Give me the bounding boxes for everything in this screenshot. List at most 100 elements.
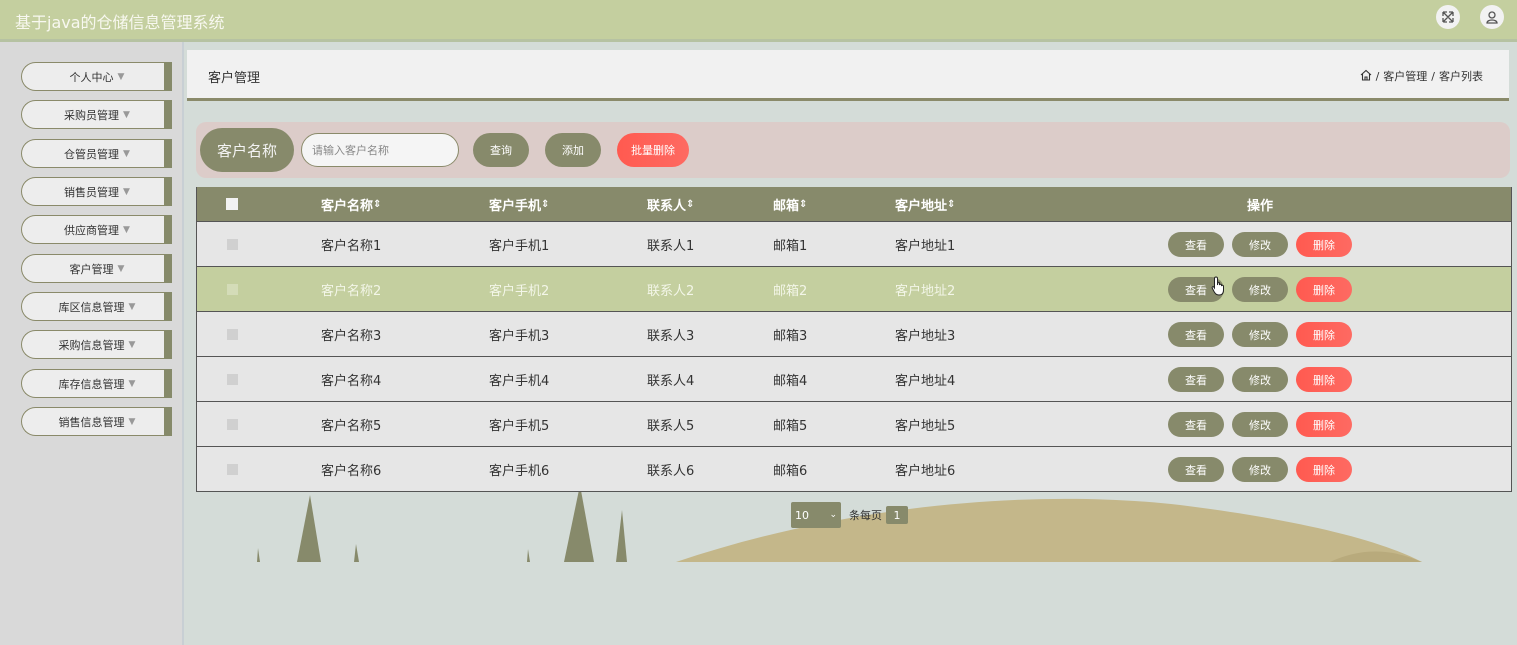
cell-address: 客户地址6 — [895, 463, 956, 479]
cell-address: 客户地址1 — [895, 238, 956, 254]
sidebar-item-label: 客户管理 — [69, 262, 114, 276]
cell-contact: 联系人5 — [647, 418, 695, 434]
breadcrumb-separator: / — [1375, 69, 1380, 83]
row-checkbox[interactable] — [227, 357, 238, 401]
view-button[interactable]: 查看 — [1168, 322, 1224, 347]
sidebar-item-storage-area[interactable]: 库区信息管理 ▼ — [21, 292, 172, 321]
add-button[interactable]: 添加 — [545, 133, 601, 167]
sidebar-item-salesperson[interactable]: 销售员管理 ▼ — [21, 177, 172, 206]
row-checkbox[interactable] — [227, 402, 238, 446]
table-row: 客户名称1 客户手机1 联系人1 邮箱1 客户地址1 查看 修改 删除 — [197, 221, 1511, 266]
caret-down-icon: ▼ — [128, 416, 136, 427]
column-header-name[interactable]: 客户名称 ⇕ — [321, 187, 381, 221]
table-row: 客户名称4 客户手机4 联系人4 邮箱4 客户地址4 查看 修改 删除 — [197, 356, 1511, 401]
column-header-email[interactable]: 邮箱 ⇕ — [773, 187, 807, 221]
sidebar-item-inventory-info[interactable]: 库存信息管理 ▼ — [21, 369, 172, 398]
sidebar-item-sales-info[interactable]: 销售信息管理 ▼ — [21, 407, 172, 436]
search-field-label: 客户名称 — [200, 128, 294, 172]
edit-button[interactable]: 修改 — [1232, 457, 1288, 482]
edit-button[interactable]: 修改 — [1232, 277, 1288, 302]
edit-button[interactable]: 修改 — [1232, 367, 1288, 392]
cell-phone: 客户手机6 — [489, 463, 550, 479]
cell-phone: 客户手机1 — [489, 238, 550, 254]
table-row: 客户名称5 客户手机5 联系人5 邮箱5 客户地址5 查看 修改 删除 — [197, 401, 1511, 446]
cell-phone: 客户手机3 — [489, 328, 550, 344]
delete-button[interactable]: 删除 — [1296, 232, 1352, 257]
sidebar-item-label: 销售员管理 — [64, 185, 120, 199]
cell-name: 客户名称1 — [321, 238, 382, 254]
table-row: 客户名称2 客户手机2 联系人2 邮箱2 客户地址2 查看 修改 删除 — [197, 266, 1511, 311]
sidebar-item-purchaser[interactable]: 采购员管理 ▼ — [21, 100, 172, 129]
view-button[interactable]: 查看 — [1168, 412, 1224, 437]
delete-button[interactable]: 删除 — [1296, 277, 1352, 302]
sidebar-item-label: 供应商管理 — [64, 223, 120, 237]
user-icon[interactable] — [1480, 5, 1504, 29]
batch-delete-button[interactable]: 批量删除 — [617, 133, 689, 167]
cell-email: 邮箱4 — [773, 373, 808, 389]
cell-email: 邮箱6 — [773, 463, 808, 479]
cell-phone: 客户手机4 — [489, 373, 550, 389]
sidebar-item-label: 库存信息管理 — [58, 377, 125, 391]
view-button[interactable]: 查看 — [1168, 232, 1224, 257]
cell-phone: 客户手机2 — [489, 283, 550, 299]
page-number-current[interactable]: 1 — [886, 506, 908, 524]
page-size-select[interactable]: 10 ⌄ — [791, 502, 841, 528]
sidebar-item-purchase-info[interactable]: 采购信息管理 ▼ — [21, 330, 172, 359]
row-checkbox[interactable] — [227, 447, 238, 491]
pagination: 10 ⌄ 条每页 1 — [791, 502, 908, 528]
sidebar-item-supplier[interactable]: 供应商管理 ▼ — [21, 215, 172, 244]
delete-button[interactable]: 删除 — [1296, 367, 1352, 392]
cell-name: 客户名称5 — [321, 418, 382, 434]
sort-icon[interactable]: ⇕ — [799, 199, 807, 210]
view-button[interactable]: 查看 — [1168, 457, 1224, 482]
table-header-row: 客户名称 ⇕ 客户手机 ⇕ 联系人 ⇕ 邮箱 ⇕ 客户地址 ⇕ 操作 — [197, 187, 1511, 221]
breadcrumb-trail: / 客户管理 / 客户列表 — [1360, 68, 1483, 84]
fullscreen-icon[interactable] — [1436, 5, 1460, 29]
sidebar-item-warehouse-keeper[interactable]: 仓管员管理 ▼ — [21, 139, 172, 168]
cell-email: 邮箱5 — [773, 418, 808, 434]
customer-table: 客户名称 ⇕ 客户手机 ⇕ 联系人 ⇕ 邮箱 ⇕ 客户地址 ⇕ 操作 客户名称1 客户手机… — [196, 187, 1512, 492]
sort-icon[interactable]: ⇕ — [541, 199, 549, 210]
caret-down-icon: ▼ — [117, 71, 125, 82]
caret-down-icon: ▼ — [128, 339, 136, 350]
view-button[interactable]: 查看 — [1168, 367, 1224, 392]
query-button[interactable]: 查询 — [473, 133, 529, 167]
cell-name: 客户名称3 — [321, 328, 382, 344]
breadcrumb-item-customer-management[interactable]: 客户管理 — [1383, 68, 1427, 84]
edit-button[interactable]: 修改 — [1232, 322, 1288, 347]
select-all-checkbox[interactable] — [226, 187, 238, 221]
sort-icon[interactable]: ⇕ — [373, 199, 381, 210]
caret-down-icon: ▼ — [117, 263, 125, 274]
sidebar-item-customer[interactable]: 客户管理 ▼ — [21, 254, 172, 283]
cell-contact: 联系人1 — [647, 238, 695, 254]
sidebar-item-personal-center[interactable]: 个人中心 ▼ — [21, 62, 172, 91]
cell-contact: 联系人2 — [647, 283, 695, 299]
column-header-address[interactable]: 客户地址 ⇕ — [895, 187, 955, 221]
app-title: 基于java的仓储信息管理系统 — [15, 13, 225, 32]
column-header-phone[interactable]: 客户手机 ⇕ — [489, 187, 549, 221]
cell-address: 客户地址3 — [895, 328, 956, 344]
row-checkbox[interactable] — [227, 312, 238, 356]
row-checkbox[interactable] — [227, 267, 238, 311]
customer-name-search-input[interactable] — [301, 133, 459, 167]
row-checkbox[interactable] — [227, 222, 238, 266]
cell-contact: 联系人6 — [647, 463, 695, 479]
delete-button[interactable]: 删除 — [1296, 457, 1352, 482]
home-icon[interactable] — [1360, 69, 1372, 84]
cell-email: 邮箱1 — [773, 238, 808, 254]
sort-icon[interactable]: ⇕ — [947, 199, 955, 210]
breadcrumb: 客户管理 / 客户管理 / 客户列表 — [187, 50, 1509, 101]
delete-button[interactable]: 删除 — [1296, 412, 1352, 437]
delete-button[interactable]: 删除 — [1296, 322, 1352, 347]
sort-icon[interactable]: ⇕ — [686, 199, 694, 210]
column-header-contact[interactable]: 联系人 ⇕ — [647, 187, 694, 221]
edit-button[interactable]: 修改 — [1232, 232, 1288, 257]
cell-contact: 联系人4 — [647, 373, 695, 389]
caret-down-icon: ▼ — [123, 224, 130, 235]
cell-address: 客户地址4 — [895, 373, 956, 389]
edit-button[interactable]: 修改 — [1232, 412, 1288, 437]
sidebar-item-label: 采购信息管理 — [58, 338, 125, 352]
search-panel: 客户名称 查询 添加 批量删除 — [196, 122, 1510, 178]
cell-phone: 客户手机5 — [489, 418, 550, 434]
breadcrumb-separator: / — [1431, 69, 1435, 83]
